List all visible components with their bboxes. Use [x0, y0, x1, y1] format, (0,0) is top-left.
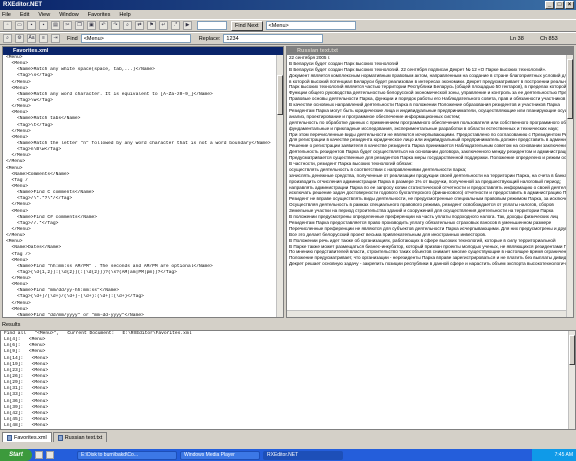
text-line: деятельность по обработке данных с приме… — [289, 119, 573, 125]
text-line: Резидентам Парка предоставляется право п… — [289, 219, 552, 225]
text-file-icon — [57, 434, 63, 441]
text-line: В Беларуси будет создан Парк высоких тех… — [289, 66, 547, 72]
taskbar-item-media-player[interactable]: Windows Media Player — [180, 450, 260, 460]
redo-icon[interactable]: ↷ — [111, 21, 120, 30]
favorites-scroll-thumb[interactable] — [277, 75, 283, 115]
russian-pane-title: Russian text.txt — [287, 47, 573, 55]
favorites-vertical-scrollbar[interactable] — [276, 55, 283, 317]
minimize-button[interactable]: _ — [545, 1, 554, 9]
cut-icon[interactable]: ✂ — [63, 21, 72, 30]
search-input-small[interactable] — [197, 21, 227, 30]
favorites-pane-title: Favorites.xml — [3, 47, 283, 55]
indent-icon[interactable]: ⇥ — [51, 34, 60, 43]
status-bar — [0, 442, 576, 449]
text-line: В Положении речь идет также об организац… — [289, 237, 556, 243]
clock: 7:45 AM — [554, 452, 573, 458]
results-panel[interactable]: Find all "<Menu>", Current Document: E:\… — [0, 330, 576, 430]
find-replace-toolbar: ⌕ ⚙ Aa ≡ ⇥ Find <Menu> Replace: 1234 Ln … — [0, 32, 576, 45]
menu-file[interactable]: File — [2, 12, 11, 18]
russian-horizontal-scrollbar[interactable] — [287, 310, 566, 317]
column-indicator: Ch 853 — [540, 35, 558, 42]
results-scroll-thumb[interactable] — [569, 335, 575, 365]
case-icon[interactable]: Aa — [27, 34, 36, 43]
results-list[interactable]: Find all "<Menu>", Current Document: E:\… — [1, 331, 575, 430]
find-toolbar-icon[interactable]: ⌕ — [3, 34, 12, 43]
run-icon[interactable]: ▶ — [183, 21, 192, 30]
russian-text-content[interactable]: 22 сентября 2005 г. В Беларуси будет созд… — [287, 55, 573, 267]
text-line: Декрет решает основную задачу - закрепит… — [289, 261, 573, 267]
menu-edit[interactable]: Edit — [20, 12, 29, 18]
document-tabs: Favorites.xml Russian text.txt — [0, 431, 576, 442]
menu-favorites[interactable]: Favorites — [88, 12, 111, 18]
system-tray: 7:45 AM — [532, 449, 576, 461]
tab-favorites-xml[interactable]: Favorites.xml — [2, 432, 52, 442]
option-icon[interactable]: ⚙ — [15, 34, 24, 43]
quicklaunch-desktop-icon[interactable] — [35, 451, 43, 459]
text-line: Документ является комплексным нормативны… — [289, 72, 573, 78]
find-field[interactable]: <Menu> — [80, 34, 191, 43]
find-next-button[interactable]: Find Next — [231, 20, 263, 31]
replace-field[interactable]: 1234 — [223, 34, 324, 43]
replace-label: Replace: — [198, 35, 221, 42]
list-icon[interactable]: ≡ — [39, 34, 48, 43]
close-button[interactable]: × — [565, 1, 574, 9]
russian-text-pane[interactable]: Russian text.txt 22 сентября 2005 г. В Бе… — [286, 46, 574, 318]
taskbar-item-rxeditor[interactable]: RXEditor.NET — [263, 450, 343, 460]
tab-russian-text[interactable]: Russian text.txt — [52, 432, 108, 442]
favorites-xml-code[interactable]: <Menu> <Menu> <Name>Match any white spac… — [3, 55, 283, 318]
maximize-button[interactable]: □ — [555, 1, 564, 9]
text-line: производить отчисления администрации Пар… — [289, 178, 561, 184]
save-all-icon[interactable]: ▪ — [39, 21, 48, 30]
main-toolbar: ▫ ▭ ▪ ▪ ▤ ✂ ❐ ▣ ↶ ↷ ⌕ ⇄ ⚑ ↵ .* ▶ Find Ne… — [0, 19, 576, 32]
results-vertical-scrollbar[interactable] — [568, 331, 575, 429]
result-row[interactable]: Ln[50]: <Menu> — [4, 429, 575, 430]
text-line: Перечисленные преференции не являются дл… — [289, 225, 573, 231]
xml-file-icon — [7, 434, 12, 441]
menu-bar: File Edit View Window Favorites Help — [0, 10, 576, 19]
copy-icon[interactable]: ❐ — [75, 21, 84, 30]
text-line: зачислять денежные средства, полученные … — [289, 172, 570, 178]
save-icon[interactable]: ▪ — [27, 21, 36, 30]
regex-icon[interactable]: .* — [171, 21, 180, 30]
menu-help[interactable]: Help — [119, 12, 130, 18]
russian-scroll-thumb[interactable] — [567, 59, 573, 119]
windows-taskbar: Start E:\Disk to burn\bakd\Co... Windows… — [0, 449, 576, 461]
find-icon[interactable]: ⌕ — [123, 21, 132, 30]
wrap-icon[interactable]: ↵ — [159, 21, 168, 30]
favorites-editor-pane[interactable]: Favorites.xml <Menu> <Menu> <Name>Match … — [2, 46, 284, 318]
code-line: <Name>Find "dd/mm/yyyy" or "mm-dd-yyyy"<… — [6, 312, 144, 318]
text-line: фундаментальные и прикладные исследовани… — [289, 125, 559, 131]
tab-label: Favorites.xml — [14, 434, 47, 441]
undo-icon[interactable]: ↶ — [99, 21, 108, 30]
paste-icon[interactable]: ▣ — [87, 21, 96, 30]
quicklaunch-browser-icon[interactable] — [46, 451, 54, 459]
menu-window[interactable]: Window — [59, 12, 79, 18]
tab-label: Russian text.txt — [64, 434, 103, 441]
taskbar-item-explorer[interactable]: E:\Disk to burn\bakd\Co... — [77, 450, 177, 460]
russian-vertical-scrollbar[interactable] — [566, 55, 573, 317]
menu-view[interactable]: View — [38, 12, 50, 18]
find-label: Find — [67, 35, 78, 42]
print-icon[interactable]: ▤ — [51, 21, 60, 30]
find-next-field[interactable]: <Menu> — [265, 21, 356, 30]
title-bar: RXEditor.NET _ □ × — [0, 0, 576, 10]
replace-icon[interactable]: ⇄ — [135, 21, 144, 30]
bookmark-icon[interactable]: ⚑ — [147, 21, 156, 30]
start-button[interactable]: Start — [0, 449, 32, 461]
results-label: Results — [2, 322, 21, 328]
line-indicator: Ln 38 — [510, 35, 524, 42]
window-title: RXEditor.NET — [3, 2, 43, 8]
open-folder-icon[interactable]: ▭ — [15, 21, 24, 30]
new-file-icon[interactable]: ▫ — [3, 21, 12, 30]
